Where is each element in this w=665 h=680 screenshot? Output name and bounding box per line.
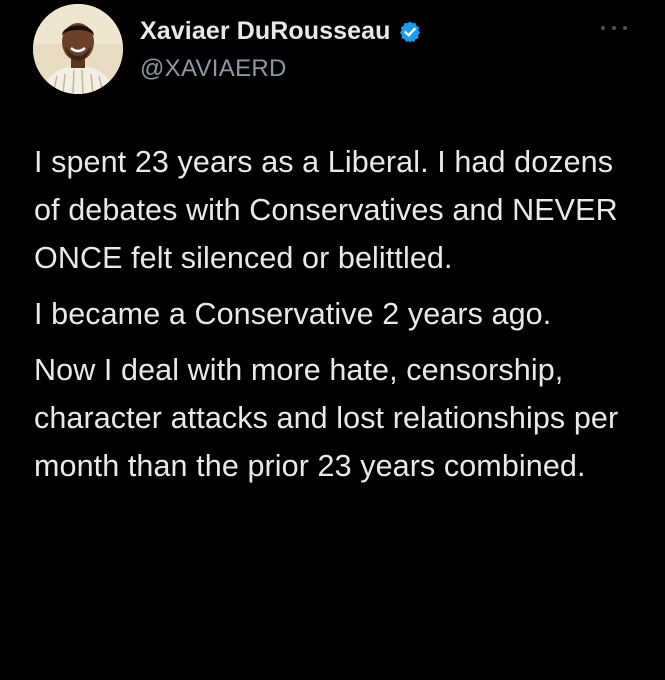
more-dot — [601, 26, 605, 30]
avatar-image — [33, 4, 123, 94]
more-dot — [612, 26, 616, 30]
tweet-card: Xaviaer DuRousseau @XAVIAERD I spent 23 … — [0, 0, 665, 680]
more-dot — [623, 26, 627, 30]
tweet-paragraph: I became a Conservative 2 years ago. — [34, 297, 552, 331]
avatar[interactable] — [33, 4, 123, 94]
tweet-paragraph: I spent 23 years as a Liberal. I had doz… — [34, 145, 618, 275]
author-handle[interactable]: @XAVIAERD — [140, 55, 287, 83]
author-name-row: Xaviaer DuRousseau — [140, 17, 422, 46]
tweet-paragraph: Now I deal with more hate, censorship, c… — [34, 353, 619, 483]
verified-badge-icon — [398, 20, 422, 44]
author-display-name[interactable]: Xaviaer DuRousseau — [140, 17, 391, 46]
more-options-icon[interactable] — [601, 22, 627, 34]
tweet-text: I spent 23 years as a Liberal. I had doz… — [34, 138, 644, 498]
